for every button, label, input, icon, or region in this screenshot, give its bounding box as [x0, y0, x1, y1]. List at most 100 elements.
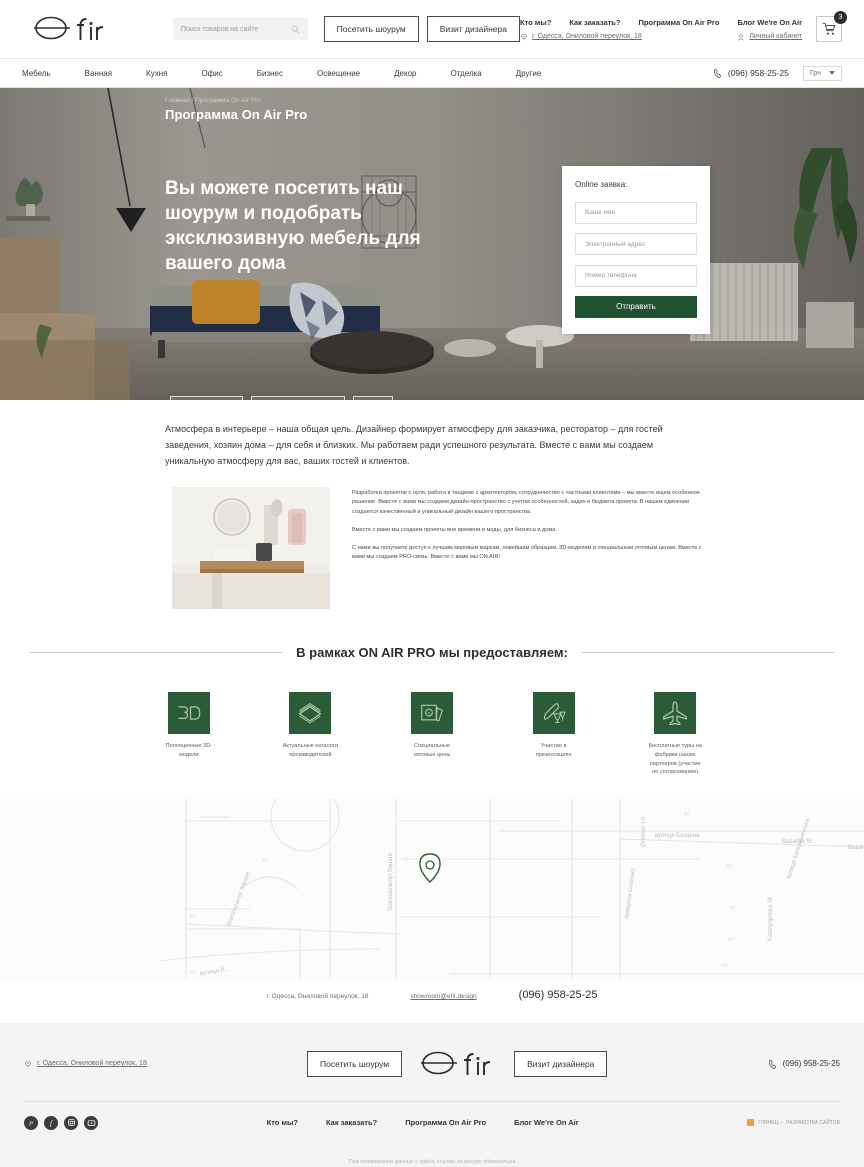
services-title: В рамках ON AIR PRO мы предоставляем: — [296, 645, 568, 661]
service-item-tours[interactable]: Бесплатные туры на фабрики наших партнер… — [646, 692, 704, 777]
map-canvas: 41 84 76 70 72 77 88 35 Starobazarnyi Sq… — [0, 798, 864, 979]
svg-text:%: % — [427, 711, 431, 716]
header-account[interactable]: Личный кабинет — [737, 33, 802, 41]
map-phone[interactable]: (096) 958-25-25 — [519, 989, 598, 1001]
social-links: P f — [24, 1115, 98, 1130]
service-label: Специальные оптовые цены — [413, 743, 451, 758]
developer-logo-icon — [747, 1119, 755, 1127]
footer-phone[interactable]: (096) 958-25-25 — [768, 1059, 840, 1069]
header-link-howto[interactable]: Как заказать? — [569, 18, 620, 27]
cart-button[interactable]: 3 — [816, 11, 847, 42]
airplane-icon — [654, 692, 697, 735]
search-icon — [291, 25, 299, 33]
header-link-onairpro[interactable]: Программа On Air Pro — [639, 18, 720, 27]
header-right: Кто мы? Как заказать? Программа On Air P… — [520, 11, 847, 42]
currency-select[interactable]: Грн — [802, 65, 842, 81]
footer-bottom: P f Кто мы? Как заказать? Программа On A… — [0, 1102, 864, 1130]
map-pin-icon — [521, 33, 527, 40]
footer: г. Одесса, Ониловой переулок, 18 Посетит… — [0, 1022, 864, 1167]
services-items: Полноценные 3D-модели Актуальные каталог… — [30, 692, 834, 777]
footer-designer-visit-button[interactable]: Визит дизайнера — [514, 1050, 608, 1077]
breadcrumb-current: Программа On Air Pro — [195, 97, 262, 104]
divider-left — [30, 652, 283, 654]
svg-text:вулиця Базарна: вулиця Базарна — [655, 833, 700, 839]
hero-visit-showroom-button[interactable]: Посетить шоурум — [170, 396, 243, 400]
nav-item-dekor[interactable]: Декор — [394, 69, 416, 78]
nav-item-mebel[interactable]: Мебель — [22, 69, 51, 78]
breadcrumb: Главная / Программа On Air Pro — [165, 93, 842, 104]
user-icon — [738, 33, 745, 41]
header-cta-buttons: Посетить шоурум Визит дизайнера — [323, 16, 520, 42]
phone-field[interactable] — [575, 264, 697, 287]
service-label: Участие в презентациях — [535, 743, 572, 758]
mid-paragraph-3: С нами вы получаете доступ к лучшим миро… — [352, 545, 702, 561]
footer-visit-showroom-button[interactable]: Посетить шоурум — [307, 1050, 403, 1077]
nav-item-biznes[interactable]: Бизнес — [257, 69, 283, 78]
footer-address-text[interactable]: г. Одесса, Ониловой переулок, 18 — [37, 1060, 147, 1067]
copyright-note: При копировании данных с сайта, ссылка н… — [348, 1158, 516, 1165]
service-item-prices[interactable]: % Специальные оптовые цены — [403, 692, 461, 777]
phone-icon — [768, 1059, 776, 1069]
phone-icon — [713, 69, 721, 78]
footer-logo[interactable] — [420, 1049, 496, 1079]
site-logo[interactable] — [22, 14, 121, 44]
nav-item-kuhnya[interactable]: Кухня — [146, 69, 167, 78]
nav-item-osveshchenie[interactable]: Освещение — [317, 69, 360, 78]
header-link-who[interactable]: Кто мы? — [520, 18, 551, 27]
footer-center: Посетить шоурум Визит дизайнера — [307, 1049, 608, 1079]
breadcrumb-home[interactable]: Главная — [165, 97, 190, 104]
visit-showroom-button[interactable]: Посетить шоурум — [323, 16, 419, 42]
svg-text:35: 35 — [262, 857, 267, 862]
nav-item-drugie[interactable]: Другие — [516, 69, 542, 78]
service-label: Актуальные каталоги производителей — [282, 743, 339, 758]
svg-text:Onilovoi Ln: Onilovoi Ln — [641, 817, 647, 847]
header-address-text[interactable]: г. Одесса, Ониловой переулок, 18 — [532, 33, 642, 40]
svg-text:41: 41 — [190, 913, 195, 918]
nav-right: (096) 958-25-25 Грн — [713, 65, 842, 81]
footer-address[interactable]: г. Одесса, Ониловой переулок, 18 — [24, 1060, 147, 1068]
3d-model-icon — [167, 692, 210, 735]
nav-item-vannaya[interactable]: Ванная — [85, 69, 112, 78]
submit-button[interactable]: Отправить — [575, 295, 697, 318]
search-input[interactable] — [180, 25, 291, 33]
header-link-blog[interactable]: Блог We're On Air — [737, 18, 802, 27]
intro-lead: Атмосфера в интерьере – наша общая цель.… — [165, 424, 663, 466]
svg-text:P: P — [28, 1120, 33, 1127]
map-email[interactable]: showroom@efir.design — [410, 993, 476, 1000]
designer-visit-button[interactable]: Визит дизайнера — [426, 16, 520, 42]
header-links: Кто мы? Как заказать? Программа On Air P… — [520, 18, 802, 41]
pinterest-icon[interactable]: P — [24, 1115, 38, 1130]
service-item-3d[interactable]: Полноценные 3D-модели — [160, 692, 218, 777]
location-map[interactable]: 41 84 76 70 72 77 88 35 Starobazarnyi Sq… — [0, 798, 864, 979]
bathroom-image — [172, 487, 330, 610]
services-header: В рамках ON AIR PRO мы предоставляем: — [30, 645, 834, 660]
name-field[interactable] — [575, 201, 697, 224]
map-contact-row: г. Одесса, Ониловой переулок, 18 showroo… — [0, 989, 864, 1001]
email-field[interactable] — [575, 233, 697, 255]
champagne-icon — [532, 692, 575, 735]
facebook-icon[interactable]: f — [44, 1115, 58, 1130]
map-address: г. Одесса, Ониловой переулок, 18 — [266, 992, 369, 1000]
header-account-text[interactable]: Личный кабинет — [749, 33, 802, 40]
service-item-catalogs[interactable]: Актуальные каталоги производителей — [282, 692, 340, 777]
nav-item-ofis[interactable]: Офис — [201, 69, 222, 78]
nav-item-otdelka[interactable]: Отделка — [450, 69, 481, 78]
header-address[interactable]: г. Одесса, Ониловой переулок, 18 — [520, 33, 642, 41]
developer-credit[interactable]: ГЛЯНЕЦ — РАЗРАБОТКА САЙТОВ — [747, 1119, 840, 1127]
instagram-icon[interactable] — [64, 1115, 78, 1130]
hero-projects-button[interactable]: Реализованные проекты — [250, 396, 346, 400]
price-tag-icon: % — [411, 692, 453, 735]
search-box[interactable] — [172, 18, 308, 40]
service-item-presentations[interactable]: Участие в презентациях — [525, 692, 583, 777]
intro-section: Атмосфера в интерьере – наша общая цель.… — [0, 400, 864, 469]
nav-phone-text: (096) 958-25-25 — [727, 68, 789, 78]
mid-text: Разработка проектов с нуля, работа в тан… — [352, 487, 704, 609]
svg-text:f: f — [50, 1120, 53, 1127]
youtube-icon[interactable] — [84, 1115, 98, 1130]
svg-text:Katerynynska St: Katerynynska St — [768, 897, 774, 941]
page-root: Посетить шоурум Визит дизайнера Кто мы? … — [0, 0, 864, 1167]
nav-phone[interactable]: (096) 958-25-25 — [713, 68, 789, 78]
hero-protur-button[interactable]: Pro tur — [353, 396, 393, 400]
footer-phone-text: (096) 958-25-25 — [782, 1059, 840, 1069]
chevron-down-icon — [829, 71, 835, 75]
